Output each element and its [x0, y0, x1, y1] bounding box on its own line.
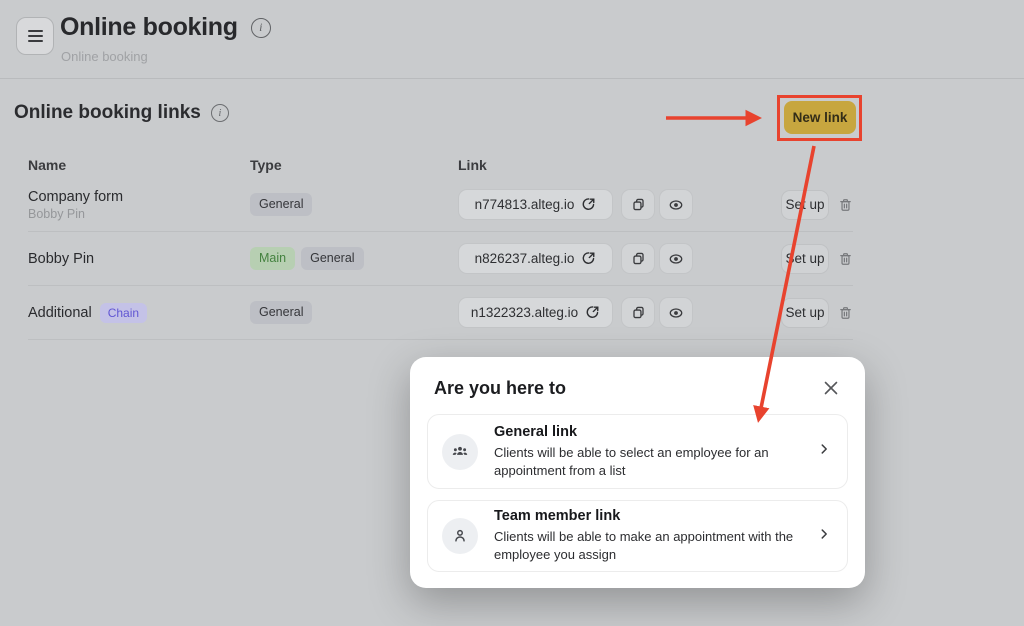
trash-icon: [838, 251, 853, 267]
table-row: Company form Bobby Pin General n774813.a…: [28, 178, 853, 232]
copy-icon: [631, 251, 646, 266]
column-header-link: Link: [458, 157, 853, 173]
trash-icon: [838, 197, 853, 213]
eye-icon: [668, 251, 684, 267]
preview-link-button[interactable]: [659, 243, 693, 274]
annotation-highlight-box: [777, 95, 862, 141]
info-icon[interactable]: i: [211, 104, 229, 122]
copy-link-button[interactable]: [621, 189, 655, 220]
delete-link-button[interactable]: [837, 305, 853, 321]
external-link-icon: [585, 305, 600, 320]
copy-icon: [631, 197, 646, 212]
copy-link-button[interactable]: [621, 243, 655, 274]
chain-badge: Chain: [100, 303, 147, 323]
booking-links-table: Name Type Link Company form Bobby Pin Ge…: [28, 152, 853, 340]
hamburger-icon: [28, 40, 43, 42]
type-badge-main: Main: [250, 247, 295, 270]
link-url: n774813.alteg.io: [475, 197, 575, 212]
copy-link-button[interactable]: [621, 297, 655, 328]
booking-link-pill[interactable]: n1322323.alteg.io: [458, 297, 613, 328]
type-badge-general: General: [250, 193, 312, 216]
copy-icon: [631, 305, 646, 320]
link-name: Bobby Pin: [28, 251, 250, 267]
preview-link-button[interactable]: [659, 297, 693, 328]
external-link-icon: [581, 197, 596, 212]
eye-icon: [668, 305, 684, 321]
top-bar: Online booking i Online booking: [0, 0, 1024, 79]
link-name: Company form: [28, 189, 250, 205]
link-name: Additional: [28, 305, 92, 321]
delete-link-button[interactable]: [837, 197, 853, 213]
section-title: Online booking links: [14, 102, 201, 124]
type-badge-general: General: [250, 301, 312, 324]
trash-icon: [838, 305, 853, 321]
delete-link-button[interactable]: [837, 251, 853, 267]
option-description: Clients will be able to make an appointm…: [494, 528, 801, 564]
type-badge-general: General: [301, 247, 363, 270]
link-url: n1322323.alteg.io: [471, 305, 578, 320]
column-header-type: Type: [250, 157, 458, 173]
option-title: General link: [494, 424, 801, 440]
preview-link-button[interactable]: [659, 189, 693, 220]
link-type-modal: Are you here to General link Clients wil: [410, 357, 865, 588]
table-row: Bobby Pin Main General n826237.alteg.io: [28, 232, 853, 286]
table-header-row: Name Type Link: [28, 152, 853, 178]
hamburger-icon: [28, 35, 43, 37]
set-up-button[interactable]: Set up: [781, 244, 829, 274]
people-group-icon: [442, 434, 478, 470]
option-description: Clients will be able to select an employ…: [494, 444, 801, 480]
external-link-icon: [581, 251, 596, 266]
set-up-button[interactable]: Set up: [781, 190, 829, 220]
link-subtitle: Bobby Pin: [28, 207, 250, 221]
table-row: Additional Chain General n1322323.alteg.…: [28, 286, 853, 340]
close-icon: [821, 378, 841, 398]
booking-link-pill[interactable]: n774813.alteg.io: [458, 189, 613, 220]
hamburger-menu-button[interactable]: [16, 17, 54, 55]
close-button[interactable]: [819, 376, 843, 400]
booking-link-pill[interactable]: n826237.alteg.io: [458, 243, 613, 274]
option-title: Team member link: [494, 508, 801, 524]
chevron-right-icon: [817, 442, 831, 461]
online-booking-page: Online booking i Online booking Online b…: [0, 0, 1024, 626]
breadcrumb: Online booking: [61, 49, 148, 64]
hamburger-icon: [28, 30, 43, 32]
set-up-button[interactable]: Set up: [781, 298, 829, 328]
column-header-name: Name: [28, 157, 250, 173]
link-url: n826237.alteg.io: [475, 251, 575, 266]
person-icon: [442, 518, 478, 554]
general-link-option[interactable]: General link Clients will be able to sel…: [427, 414, 848, 489]
chevron-right-icon: [817, 527, 831, 546]
team-member-link-option[interactable]: Team member link Clients will be able to…: [427, 500, 848, 572]
page-title: Online booking: [60, 13, 238, 42]
info-icon[interactable]: i: [251, 18, 271, 38]
modal-title: Are you here to: [434, 378, 566, 399]
eye-icon: [668, 197, 684, 213]
